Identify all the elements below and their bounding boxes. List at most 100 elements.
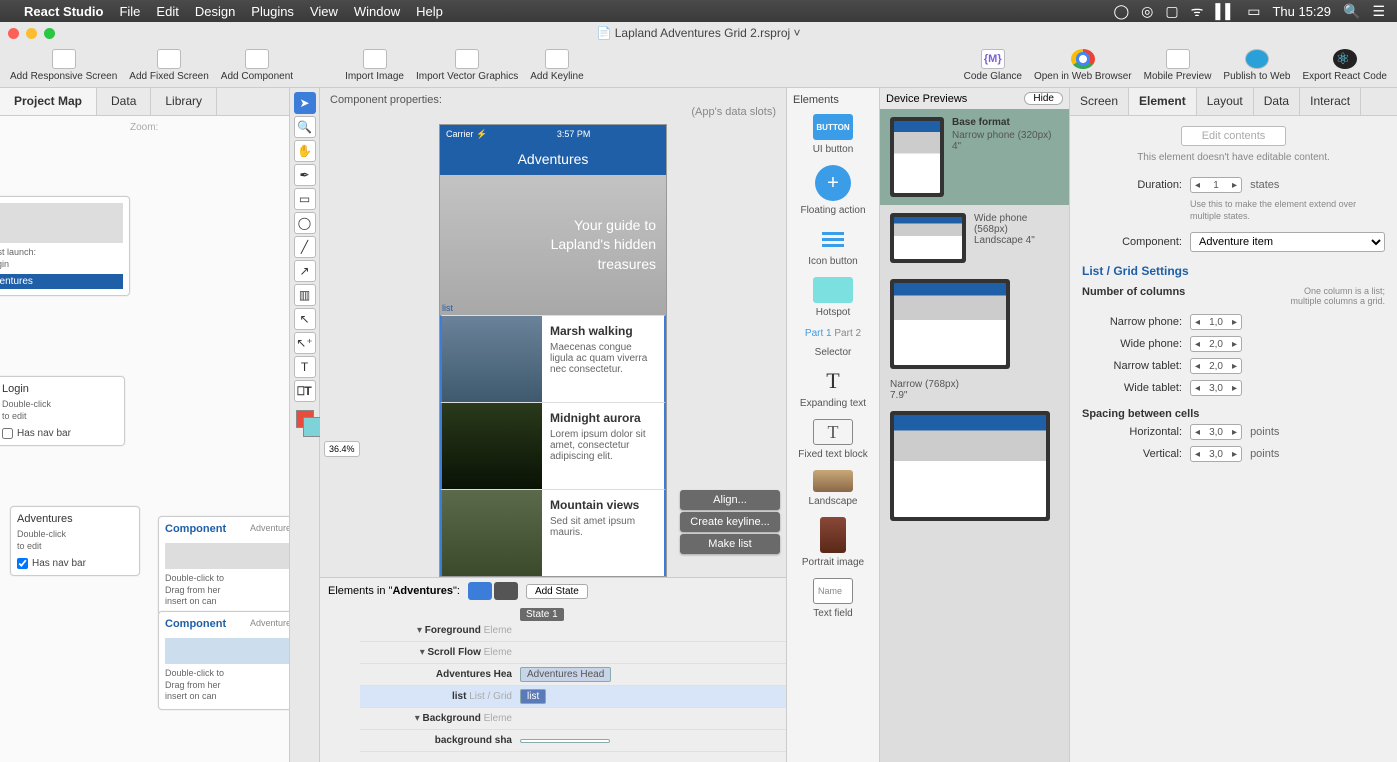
map-card-component-2[interactable]: ComponentAdventure Double-click to Drag … [158, 611, 289, 710]
add-component-button[interactable]: Add Component [215, 47, 299, 84]
zoom-badge[interactable]: 36.4% [324, 441, 360, 457]
mobile-preview-button[interactable]: Mobile Preview [1138, 47, 1218, 84]
ctx-create-keyline[interactable]: Create keyline... [680, 512, 780, 532]
tl-row-list[interactable]: list List / Gridlist [360, 686, 786, 708]
ctx-align[interactable]: Align... [680, 490, 780, 510]
tool-ellipse[interactable]: ◯ [294, 212, 316, 234]
el-fixed-text[interactable]: TFixed text block [791, 419, 875, 460]
menu-file[interactable]: File [119, 4, 140, 19]
narrow-phone-stepper[interactable]: ◂1,0▸ [1190, 314, 1242, 330]
device-preview-wide-phone[interactable]: Wide phone (568px)Landscape 4" [880, 205, 1069, 271]
list-item[interactable]: Mountain viewsSed sit amet ipsum mauris. [440, 489, 666, 576]
tl-row-scrollflow[interactable]: ▾ Scroll Flow Eleme [360, 642, 786, 664]
menu-design[interactable]: Design [195, 4, 235, 19]
el-ui-button[interactable]: BUTTONUI button [791, 114, 875, 155]
el-icon-button[interactable]: Icon button [791, 226, 875, 267]
map-card-adventures[interactable]: Adventures Double-click to edit Has nav … [10, 506, 140, 576]
tool-pointer[interactable]: ➤ [294, 92, 316, 114]
map-card-component-1[interactable]: ComponentAdventure Double-click to Drag … [158, 516, 289, 615]
timeline-mode-2[interactable] [494, 582, 518, 600]
project-map[interactable]: Zoom: First launch:Login dventures Login… [0, 116, 289, 762]
window-zoom-button[interactable] [44, 28, 55, 39]
add-keyline-button[interactable]: Add Keyline [524, 47, 589, 84]
tool-magnify[interactable]: 🔍 [294, 116, 316, 138]
el-fab[interactable]: +Floating action [791, 165, 875, 216]
adv-nav-checkbox[interactable] [17, 558, 28, 569]
timeline-mode-1[interactable] [468, 582, 492, 600]
device-preview-narrow-tablet[interactable] [880, 271, 1069, 377]
window-close-button[interactable] [8, 28, 19, 39]
menu-plugins[interactable]: Plugins [251, 4, 294, 19]
tl-row-background[interactable]: ▾ Background Eleme [360, 708, 786, 730]
open-browser-button[interactable]: Open in Web Browser [1028, 47, 1138, 84]
drive-icon[interactable]: ◯ [1113, 3, 1129, 20]
publish-web-button[interactable]: Publish to Web [1217, 47, 1296, 84]
device-preview-wide-tablet[interactable] [880, 403, 1069, 529]
narrow-tablet-stepper[interactable]: ◂2,0▸ [1190, 358, 1242, 374]
import-image-button[interactable]: Import Image [339, 47, 410, 84]
list-item[interactable]: Marsh walkingMaecenas congue ligula ac q… [440, 315, 666, 402]
menubar-clock[interactable]: Thu 15:29 [1272, 4, 1331, 19]
tl-row-foreground[interactable]: ▾ Foreground Eleme [360, 620, 786, 642]
list-item[interactable]: Midnight auroraLorem ipsum dolor sit ame… [440, 402, 666, 489]
h-spacing-stepper[interactable]: ◂3,0▸ [1190, 424, 1242, 440]
tab-layout[interactable]: Layout [1197, 88, 1254, 115]
tl-row-adv-head[interactable]: Adventures HeaAdventures Head [360, 664, 786, 686]
device-preview-narrow-phone[interactable]: Base formatNarrow phone (320px)4" [880, 109, 1069, 205]
window-minimize-button[interactable] [26, 28, 37, 39]
el-landscape[interactable]: Landscape [791, 470, 875, 507]
add-fixed-screen-button[interactable]: Add Fixed Screen [123, 47, 215, 84]
tool-line[interactable]: ╱ [294, 236, 316, 258]
previews-hide-button[interactable]: Hide [1024, 92, 1063, 105]
tab-element[interactable]: Element [1129, 88, 1197, 115]
tl-row-bgshape[interactable]: background sha [360, 730, 786, 752]
tab-interact[interactable]: Interact [1300, 88, 1361, 115]
wide-phone-stepper[interactable]: ◂2,0▸ [1190, 336, 1242, 352]
canvas[interactable]: 36.4% Carrier ⚡3:57 PM Adventures Your g… [320, 124, 786, 577]
battery-icon[interactable]: ▭ [1247, 3, 1260, 20]
state-tag[interactable]: State 1 [520, 608, 564, 621]
add-state-button[interactable]: Add State [526, 584, 588, 599]
ctx-make-list[interactable]: Make list [680, 534, 780, 554]
tool-textbox[interactable]: ⎕T [294, 380, 316, 402]
component-combo[interactable]: Adventure item [1190, 232, 1385, 252]
tab-project-map[interactable]: Project Map [0, 88, 97, 115]
tool-pen[interactable]: ✒ [294, 164, 316, 186]
menu-icon[interactable]: ☰ [1372, 3, 1385, 20]
tab-library[interactable]: Library [151, 88, 217, 115]
login-nav-checkbox[interactable] [2, 428, 13, 439]
el-hotspot[interactable]: Hotspot [791, 277, 875, 318]
map-card-login[interactable]: Login Double-click to edit Has nav bar [0, 376, 125, 446]
tool-hand[interactable]: ✋ [294, 140, 316, 162]
el-selector[interactable]: Part 1 Part 2Selector [791, 328, 875, 358]
import-vector-button[interactable]: Import Vector Graphics [410, 47, 524, 84]
airplay-icon[interactable]: ▢ [1165, 3, 1178, 20]
tool-rect[interactable]: ▭ [294, 188, 316, 210]
color-swatch[interactable] [296, 410, 314, 428]
wifi-icon[interactable]: ᯤ [1191, 2, 1204, 21]
el-portrait[interactable]: Portrait image [791, 517, 875, 568]
phone-mock[interactable]: Carrier ⚡3:57 PM Adventures Your guide t… [439, 124, 667, 577]
flag-icon[interactable]: ▌▌ [1215, 3, 1235, 19]
wide-tablet-stepper[interactable]: ◂3,0▸ [1190, 380, 1242, 396]
app-name[interactable]: React Studio [24, 4, 103, 19]
tool-arrow[interactable]: ↗ [294, 260, 316, 282]
tool-container[interactable]: ▥ [294, 284, 316, 306]
tab-screen[interactable]: Screen [1070, 88, 1129, 115]
code-glance-button[interactable]: {M}Code Glance [958, 47, 1028, 84]
duration-stepper[interactable]: ◂1▸ [1190, 177, 1242, 193]
tab-data-insp[interactable]: Data [1254, 88, 1300, 115]
menu-window[interactable]: Window [354, 4, 400, 19]
cloud-icon[interactable]: ◎ [1141, 3, 1153, 20]
v-spacing-stepper[interactable]: ◂3,0▸ [1190, 446, 1242, 462]
tool-select-2[interactable]: ↖⁺ [294, 332, 316, 354]
el-expanding-text[interactable]: TExpanding text [791, 368, 875, 409]
map-card-settings[interactable]: First launch:Login dventures [0, 196, 130, 296]
el-text-field[interactable]: NameText field [791, 578, 875, 619]
menu-help[interactable]: Help [416, 4, 443, 19]
menu-view[interactable]: View [310, 4, 338, 19]
tool-select-1[interactable]: ↖ [294, 308, 316, 330]
add-responsive-screen-button[interactable]: Add Responsive Screen [4, 47, 123, 84]
tool-text[interactable]: T [294, 356, 316, 378]
menu-edit[interactable]: Edit [156, 4, 178, 19]
